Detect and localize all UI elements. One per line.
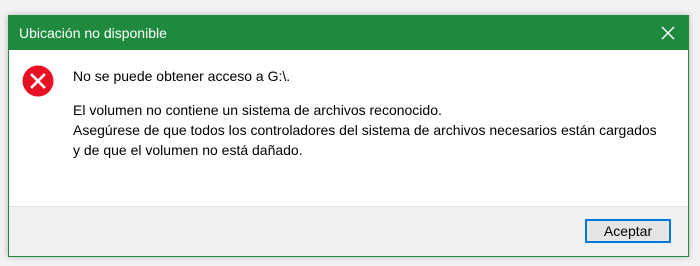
detail-line: Asegúrese de que todos los controladores… [73,122,657,138]
error-dialog: Ubicación no disponible No se puede obte… [8,15,689,257]
details-text: El volumen no contiene un sistema de arc… [73,100,657,160]
dialog-title: Ubicación no disponible [19,25,167,41]
title-bar[interactable]: Ubicación no disponible [9,16,688,50]
close-icon [661,26,675,40]
message-text: No se puede obtener acceso a G:\. El vol… [73,66,657,160]
button-bar: Aceptar [9,206,688,256]
error-icon [22,65,54,97]
dialog-content: No se puede obtener acceso a G:\. El vol… [9,50,688,206]
detail-line: y de que el volumen no está dañado. [73,142,303,158]
screen: Ubicación no disponible No se puede obte… [0,0,700,266]
accept-button[interactable]: Aceptar [585,219,671,243]
close-button[interactable] [648,16,688,50]
detail-line: El volumen no contiene un sistema de arc… [73,102,442,118]
main-instruction: No se puede obtener acceso a G:\. [73,68,291,84]
